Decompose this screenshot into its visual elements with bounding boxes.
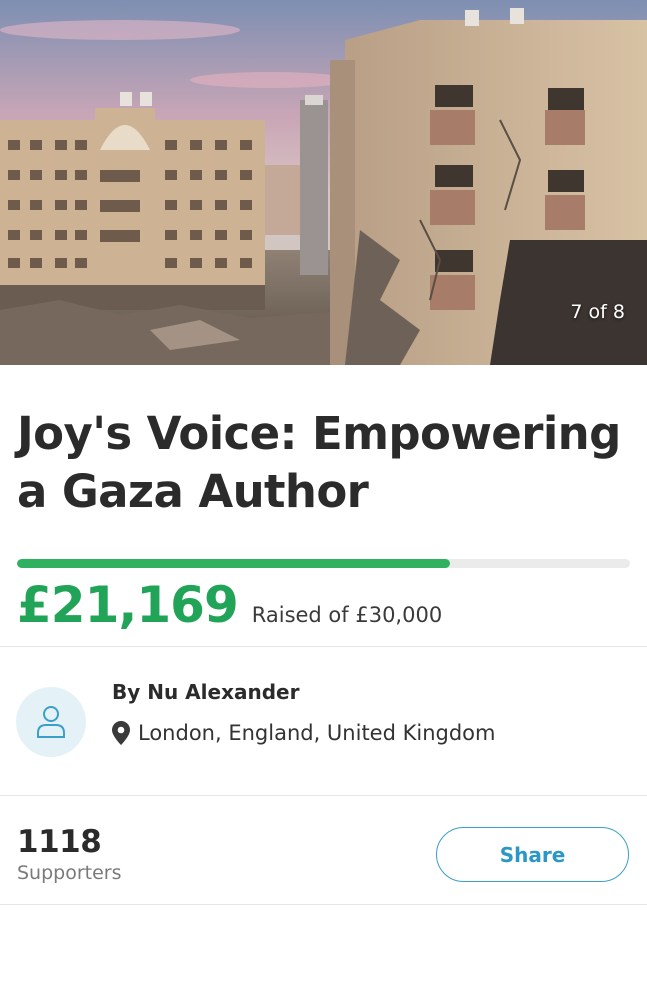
supporters-section: 1118 Supporters Share [0,796,647,904]
destroyed-buildings-photo [0,0,647,365]
fundraising-progress-bar [17,559,630,568]
map-pin-icon [112,721,130,745]
organizer-avatar[interactable] [16,687,86,757]
campaign-title: Joy's Voice: Empowering a Gaza Author [17,407,621,518]
raised-summary: £21,169 Raised of £30,000 [17,576,630,646]
organizer-location: London, England, United Kingdom [112,721,495,745]
supporters-count: 1118 [17,824,102,860]
organizer-location-text: London, England, United Kingdom [138,721,496,745]
raised-goal-text: Raised of £30,000 [251,603,443,627]
share-button[interactable]: Share [436,827,629,882]
section-divider [0,904,647,905]
campaign-hero-image[interactable]: 7 of 8 [0,0,647,365]
supporters-label: Supporters [17,862,122,884]
organizer-name[interactable]: By Nu Alexander [112,680,299,704]
photo-counter: 7 of 8 [570,301,625,323]
raised-amount: £21,169 [17,576,239,634]
campaign-summary: Joy's Voice: Empowering a Gaza Author £2… [0,405,647,646]
person-icon [37,706,65,738]
organizer-section[interactable]: By Nu Alexander London, England, United … [0,647,647,795]
progress-fill [17,559,450,568]
